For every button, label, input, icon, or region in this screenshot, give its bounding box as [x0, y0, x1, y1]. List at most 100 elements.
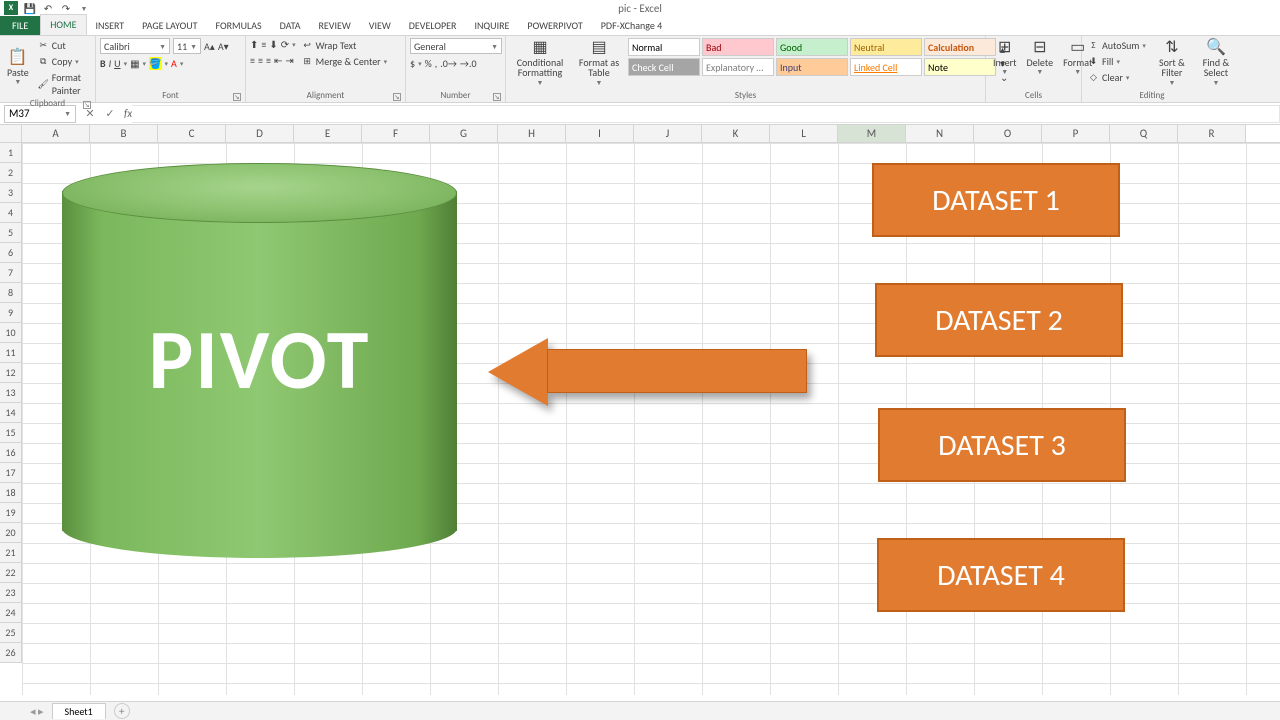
column-header-G[interactable]: G — [430, 125, 498, 142]
italic-button[interactable]: I — [109, 57, 112, 70]
worksheet-grid[interactable]: ABCDEFGHIJKLMNOPQR 123456789101112131415… — [0, 125, 1280, 695]
align-center-icon[interactable]: ≡ — [258, 54, 263, 67]
tab-home[interactable]: HOME — [40, 14, 86, 35]
row-header-11[interactable]: 11 — [0, 343, 22, 363]
row-header-25[interactable]: 25 — [0, 623, 22, 643]
row-header-14[interactable]: 14 — [0, 403, 22, 423]
column-header-J[interactable]: J — [634, 125, 702, 142]
tab-formulas[interactable]: FORMULAS — [206, 16, 270, 35]
paste-button[interactable]: 📋 Paste ▼ — [4, 38, 32, 98]
fill-button[interactable]: ⬇Fill▾ — [1086, 54, 1148, 69]
row-header-5[interactable]: 5 — [0, 223, 22, 243]
row-header-24[interactable]: 24 — [0, 603, 22, 623]
style-linked-cell[interactable]: Linked Cell — [850, 58, 922, 76]
style-neutral[interactable]: Neutral — [850, 38, 922, 56]
row-header-19[interactable]: 19 — [0, 503, 22, 523]
tab-pdf-xchange[interactable]: PDF-XChange 4 — [592, 16, 671, 35]
style-good[interactable]: Good — [776, 38, 848, 56]
merge-center-button[interactable]: ⊞Merge & Center▾ — [300, 54, 390, 69]
sheet-tab-1[interactable]: Sheet1 — [52, 703, 106, 719]
tab-powerpivot[interactable]: POWERPIVOT — [518, 16, 591, 35]
format-as-table-button[interactable]: ▤Format as Table▼ — [574, 38, 624, 88]
sheet-nav[interactable]: ◂ ▸ — [30, 705, 44, 718]
row-header-4[interactable]: 4 — [0, 203, 22, 223]
border-button[interactable]: ▦ — [130, 57, 139, 70]
underline-button[interactable]: U — [114, 57, 120, 70]
formula-input[interactable] — [132, 105, 1280, 123]
save-icon[interactable]: 💾 — [24, 2, 36, 14]
row-header-15[interactable]: 15 — [0, 423, 22, 443]
row-header-17[interactable]: 17 — [0, 463, 22, 483]
row-header-23[interactable]: 23 — [0, 583, 22, 603]
column-header-H[interactable]: H — [498, 125, 566, 142]
style-check-cell[interactable]: Check Cell — [628, 58, 700, 76]
tab-data[interactable]: DATA — [271, 16, 310, 35]
column-header-M[interactable]: M — [838, 125, 906, 142]
font-color-button[interactable]: A — [171, 57, 177, 70]
conditional-formatting-button[interactable]: ▦Conditional Formatting▼ — [510, 38, 570, 88]
increase-decimal-icon[interactable]: .0→ — [440, 57, 457, 70]
new-sheet-button[interactable]: + — [114, 703, 130, 719]
column-header-O[interactable]: O — [974, 125, 1042, 142]
column-header-L[interactable]: L — [770, 125, 838, 142]
fx-icon[interactable]: fx — [124, 107, 132, 120]
orientation-icon[interactable]: ⟳ — [281, 38, 289, 51]
insert-cells-button[interactable]: ⊞Insert▼ — [990, 38, 1020, 78]
number-format-dropdown[interactable]: General▼ — [410, 38, 502, 54]
qat-dropdown-icon[interactable]: ▼ — [78, 2, 90, 14]
decrease-font-icon[interactable]: A▾ — [218, 40, 229, 53]
row-header-13[interactable]: 13 — [0, 383, 22, 403]
tab-review[interactable]: REVIEW — [309, 16, 359, 35]
tab-insert[interactable]: INSERT — [87, 16, 134, 35]
row-header-16[interactable]: 16 — [0, 443, 22, 463]
row-header-21[interactable]: 21 — [0, 543, 22, 563]
find-select-button[interactable]: 🔍Find & Select▼ — [1196, 38, 1236, 88]
style-input[interactable]: Input — [776, 58, 848, 76]
fill-color-button[interactable]: 🪣 — [149, 57, 161, 70]
increase-font-icon[interactable]: A▴ — [204, 40, 215, 53]
column-header-N[interactable]: N — [906, 125, 974, 142]
clear-button[interactable]: ◇Clear▾ — [1086, 70, 1148, 85]
style-normal[interactable]: Normal — [628, 38, 700, 56]
dataset-3-box[interactable]: DATASET 3 — [878, 408, 1126, 482]
row-header-26[interactable]: 26 — [0, 643, 22, 663]
column-header-B[interactable]: B — [90, 125, 158, 142]
dataset-4-box[interactable]: DATASET 4 — [877, 538, 1125, 612]
comma-format-icon[interactable]: , — [435, 57, 438, 70]
align-top-icon[interactable]: ⬆ — [250, 38, 258, 51]
redo-icon[interactable]: ↷ — [60, 2, 72, 14]
column-header-C[interactable]: C — [158, 125, 226, 142]
decrease-decimal-icon[interactable]: →.0 — [460, 57, 477, 70]
column-header-K[interactable]: K — [702, 125, 770, 142]
row-header-12[interactable]: 12 — [0, 363, 22, 383]
tab-inquire[interactable]: INQUIRE — [465, 16, 518, 35]
row-header-10[interactable]: 10 — [0, 323, 22, 343]
row-header-9[interactable]: 9 — [0, 303, 22, 323]
tab-page-layout[interactable]: PAGE LAYOUT — [133, 16, 206, 35]
row-header-7[interactable]: 7 — [0, 263, 22, 283]
align-bottom-icon[interactable]: ⬇ — [269, 38, 277, 51]
style-explanatory-[interactable]: Explanatory … — [702, 58, 774, 76]
align-middle-icon[interactable]: ≡ — [261, 38, 266, 51]
delete-cells-button[interactable]: ⊟Delete▼ — [1024, 38, 1057, 78]
column-header-E[interactable]: E — [294, 125, 362, 142]
decrease-indent-icon[interactable]: ⇤ — [274, 54, 282, 67]
dataset-2-box[interactable]: DATASET 2 — [875, 283, 1123, 357]
align-right-icon[interactable]: ≡ — [266, 54, 271, 67]
copy-button[interactable]: ⧉Copy▾ — [36, 54, 91, 69]
format-painter-button[interactable]: 🖌Format Painter — [36, 70, 91, 98]
accounting-format-icon[interactable]: $ — [410, 57, 415, 70]
row-header-1[interactable]: 1 — [0, 143, 22, 163]
increase-indent-icon[interactable]: ⇥ — [285, 54, 293, 67]
dataset-1-box[interactable]: DATASET 1 — [872, 163, 1120, 237]
bold-button[interactable]: B — [100, 57, 106, 70]
sort-filter-button[interactable]: ⇅Sort & Filter▼ — [1152, 38, 1192, 88]
dialog-launcher-icon[interactable]: ↘ — [493, 93, 501, 101]
wrap-text-button[interactable]: ↩Wrap Text — [300, 38, 390, 53]
row-header-3[interactable]: 3 — [0, 183, 22, 203]
cell-styles-gallery[interactable]: NormalBadGoodNeutralCalculationCheck Cel… — [628, 38, 996, 88]
cut-button[interactable]: ✂Cut — [36, 38, 91, 53]
column-header-R[interactable]: R — [1178, 125, 1246, 142]
select-all-corner[interactable] — [0, 125, 22, 142]
row-header-18[interactable]: 18 — [0, 483, 22, 503]
